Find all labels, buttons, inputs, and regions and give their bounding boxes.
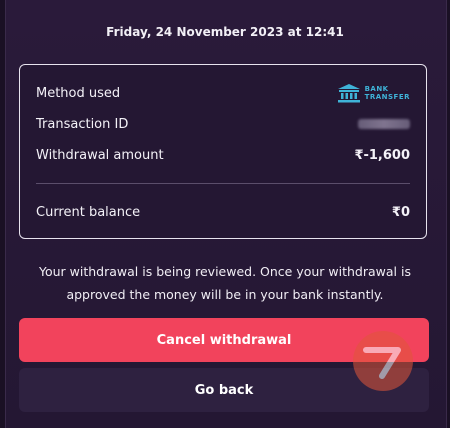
bank-building-icon [337,84,360,103]
current-balance-row: Current balance ₹0 [36,202,410,222]
bank-logo-text: BANK TRANSFER [365,85,410,101]
method-label: Method used [36,85,121,101]
withdrawal-amount-row: Withdrawal amount ₹-1,600 [36,145,410,165]
current-balance-value: ₹0 [391,204,410,220]
withdrawal-amount-value: ₹-1,600 [354,147,410,163]
transaction-id-row: Transaction ID [36,114,410,134]
review-message: Your withdrawal is being reviewed. Once … [0,260,450,306]
current-balance-label: Current balance [36,204,141,220]
transaction-id-value-redacted [358,119,410,129]
bank-logo-line1: BANK [364,85,389,93]
transaction-id-label: Transaction ID [36,116,129,132]
bank-logo-line2: TRANSFER [364,93,410,101]
method-row: Method used BANK TRANSFER [36,83,410,103]
bank-transfer-logo: BANK TRANSFER [337,83,410,103]
details-divider [36,183,410,184]
transaction-datetime: Friday, 24 November 2023 at 12:41 [106,25,344,39]
review-message-line1: Your withdrawal is being reviewed. Once … [39,264,411,279]
cancel-withdrawal-button[interactable]: Cancel withdrawal [19,318,429,362]
go-back-button[interactable]: Go back [19,368,429,412]
transaction-details-card: Method used BANK TRANSFER Transaction ID… [19,64,427,239]
review-message-line2: approved the money will be in your bank … [66,287,384,302]
withdrawal-amount-label: Withdrawal amount [36,147,164,163]
